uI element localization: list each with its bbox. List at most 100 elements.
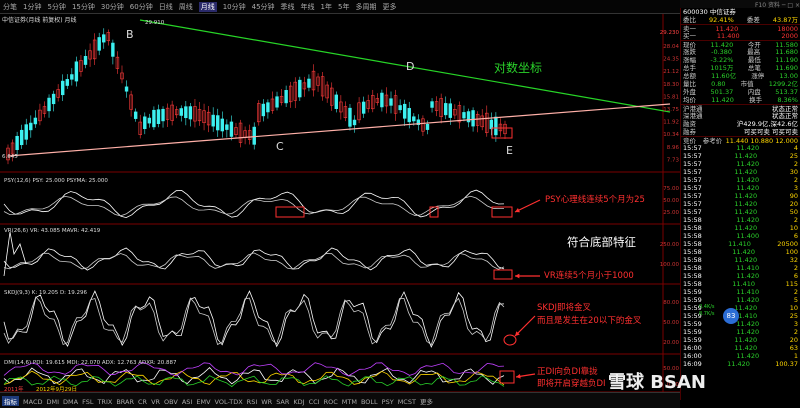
quote-cell: 最高 bbox=[747, 48, 761, 56]
period-tab[interactable]: 5年 bbox=[338, 2, 349, 12]
status-row: 沪港通 状态正常 bbox=[681, 104, 800, 113]
indicator-tab[interactable]: 指标 bbox=[2, 396, 19, 406]
candle-body bbox=[448, 103, 452, 118]
speed-badge[interactable]: 83 bbox=[723, 308, 739, 324]
period-tab[interactable]: 1年 bbox=[321, 2, 332, 12]
psy-label: PSY(12,6) PSY: 25.000 PSYMA: 25.000 bbox=[4, 178, 108, 184]
period-tab[interactable]: 多周期 bbox=[355, 2, 376, 12]
period-tab[interactable]: 15分钟 bbox=[72, 2, 95, 12]
tick-row: 15:58 11.410 20500 bbox=[681, 240, 800, 248]
candle-body bbox=[15, 135, 19, 151]
window-titlebar[interactable]: F10 资料 ─ □ × bbox=[680, 0, 800, 9]
psy-note: PSY心理线连续5个月为25 bbox=[545, 194, 645, 205]
point-label-c: C bbox=[276, 140, 284, 153]
indicator-tab[interactable]: MACD bbox=[23, 398, 42, 406]
status-value: 状态正常 bbox=[772, 112, 798, 120]
tick-cell: 11.420 bbox=[734, 224, 758, 232]
tick-cell: 30 bbox=[789, 168, 798, 176]
quote-row: 均价 11.420 换手 8.36% bbox=[681, 96, 800, 104]
dmi-label: DMI(14,6) PDI: 19.615 MDI: 22.070 ADX: 1… bbox=[4, 360, 177, 366]
quote-cell: 11.420 bbox=[710, 41, 734, 49]
period-tab[interactable]: 60分钟 bbox=[130, 2, 153, 12]
candle-body bbox=[124, 86, 129, 92]
quote-row: 委比 92.41% 委差 43.87万 bbox=[681, 16, 800, 24]
psy-axis-label: 25.00 bbox=[663, 210, 679, 216]
indicator-tab[interactable]: CR bbox=[138, 398, 147, 406]
period-tab[interactable]: 10分钟 bbox=[223, 2, 246, 12]
indicator-tab[interactable]: DMA bbox=[63, 398, 78, 406]
quote-cell: 委差 bbox=[746, 16, 760, 24]
candle-body bbox=[380, 92, 384, 108]
candle-body bbox=[471, 110, 475, 127]
period-tab[interactable]: 月线 bbox=[198, 2, 217, 12]
indicator-tab[interactable]: DMI bbox=[46, 398, 59, 406]
bottom-signal-note: 符合底部特征 bbox=[567, 235, 636, 249]
candle-body bbox=[161, 108, 165, 122]
chart-area[interactable]: 中信证券(月线 前复权) 月线 29.910 6.645 29.230 28.04 24.… bbox=[0, 14, 680, 392]
candle-body bbox=[51, 93, 56, 105]
tick-cell: 15:58 bbox=[683, 256, 702, 264]
indicator-tab[interactable]: TRIX bbox=[97, 398, 112, 406]
candle-body bbox=[361, 101, 366, 114]
candle-body bbox=[261, 103, 266, 117]
tick-row: 16:00 11.420 1 bbox=[681, 352, 800, 360]
indicator-tab[interactable]: BRAR bbox=[116, 398, 134, 406]
indicator-tab[interactable]: BOLL bbox=[361, 398, 378, 406]
tick-cell: 11.420 bbox=[736, 176, 760, 184]
quote-cell: 11.580 bbox=[775, 41, 798, 49]
indicator-tab[interactable]: WR bbox=[261, 398, 272, 406]
price-axis-label: 21.12 bbox=[663, 69, 679, 75]
indicator-tab[interactable]: MCST bbox=[398, 398, 416, 406]
tick-row: 16:00 11.420 63 bbox=[681, 344, 800, 352]
indicator-tab[interactable]: CCI bbox=[309, 398, 320, 406]
indicator-tab[interactable]: ASI bbox=[182, 398, 193, 406]
quote-cell: 11.400 bbox=[716, 32, 740, 40]
period-tab[interactable]: 45分钟 bbox=[252, 2, 275, 12]
period-tab[interactable]: 1分钟 bbox=[23, 2, 41, 12]
indicator-tab[interactable]: VR bbox=[151, 398, 160, 406]
status-row: 深港通 状态正常 bbox=[681, 112, 800, 120]
tick-cell: 3 bbox=[793, 320, 798, 328]
status-key: 融资 bbox=[683, 120, 696, 128]
period-tab[interactable]: 年线 bbox=[301, 2, 315, 12]
indicator-tab[interactable]: 更多 bbox=[420, 396, 433, 406]
quote-cell: 513.37 bbox=[775, 88, 798, 96]
status-row: 融资 沪429.9亿,深42.6亿 bbox=[681, 120, 800, 128]
tick-cell: 20 bbox=[789, 336, 798, 344]
tick-cell: 11.410 bbox=[736, 288, 760, 296]
candle-body bbox=[307, 78, 311, 88]
tick-cell: 11.420 bbox=[736, 184, 760, 192]
quote-cell: 量比 bbox=[683, 80, 696, 88]
candle-body bbox=[275, 96, 279, 108]
period-tab[interactable]: 季线 bbox=[281, 2, 295, 12]
period-tab[interactable]: 分笔 bbox=[3, 2, 17, 12]
candle-body bbox=[83, 56, 88, 65]
status-key: 深港通 bbox=[683, 112, 703, 120]
candle-body bbox=[97, 37, 101, 51]
tick-cell: 115 bbox=[785, 280, 798, 288]
quote-cell: 涨停 bbox=[751, 72, 765, 80]
indicator-tab[interactable]: FSL bbox=[82, 398, 93, 406]
tick-cell: 11.410 bbox=[732, 280, 756, 288]
tick-cell: 63 bbox=[789, 344, 798, 352]
period-tab[interactable]: 周线 bbox=[179, 2, 193, 12]
period-tab[interactable]: 日线 bbox=[159, 2, 173, 12]
candle-body bbox=[444, 103, 448, 116]
indicator-tab[interactable]: KDJ bbox=[293, 398, 304, 406]
low-price-label: 6.645 bbox=[2, 154, 18, 160]
indicator-tab[interactable]: RSI bbox=[247, 398, 258, 406]
indicator-tab[interactable]: ROC bbox=[324, 398, 338, 406]
period-tab[interactable]: 30分钟 bbox=[101, 2, 124, 12]
period-tab[interactable]: 5分钟 bbox=[47, 2, 65, 12]
quote-cell: 外盘 bbox=[683, 88, 696, 96]
indicator-tab[interactable]: SAR bbox=[276, 398, 289, 406]
quote-cell: 涨幅 bbox=[683, 56, 696, 64]
period-tab[interactable]: 更多 bbox=[382, 2, 396, 12]
indicator-tab[interactable]: OBV bbox=[164, 398, 178, 406]
indicator-tab[interactable]: VOL-TDX bbox=[215, 398, 243, 406]
indicator-tab[interactable]: EMV bbox=[196, 398, 210, 406]
indicator-tab[interactable]: PSY bbox=[382, 398, 394, 406]
candle-body bbox=[111, 42, 115, 57]
indicator-tab[interactable]: MTM bbox=[342, 398, 357, 406]
quote-cell: 11.690 bbox=[775, 64, 798, 72]
